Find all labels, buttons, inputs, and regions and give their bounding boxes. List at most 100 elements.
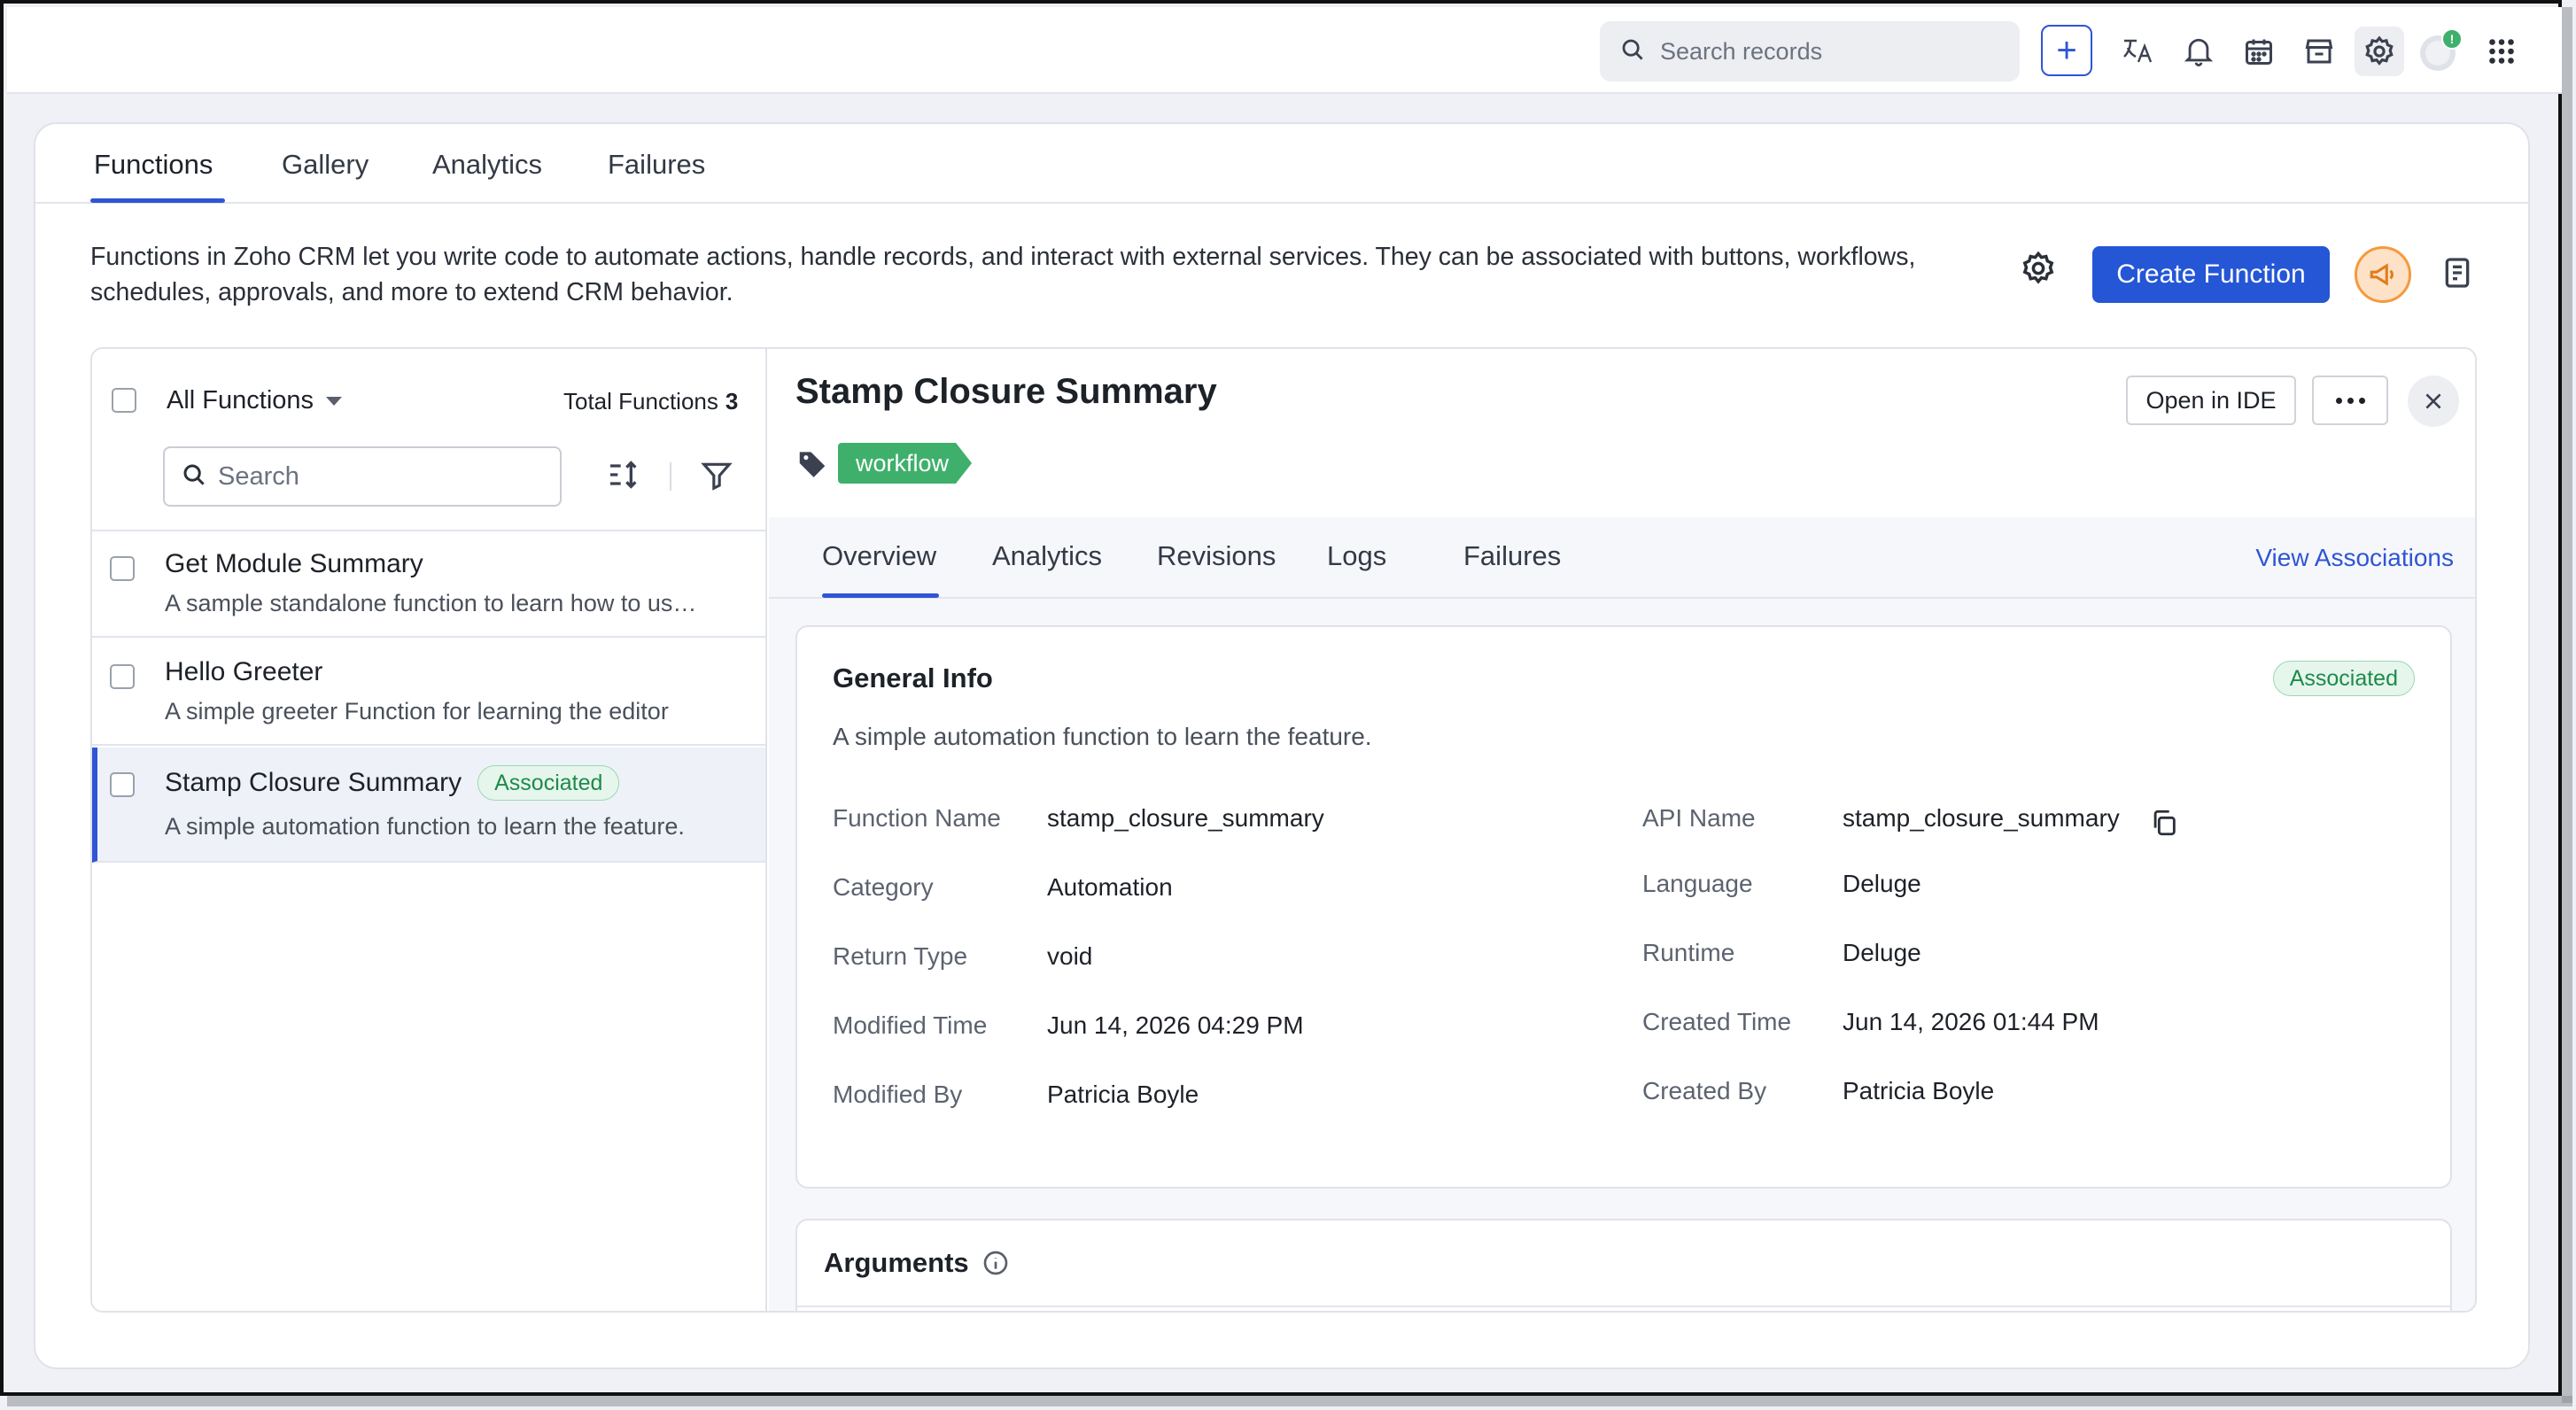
main-tabs: Functions Gallery Analytics Failures xyxy=(35,124,2528,204)
calendar-icon[interactable] xyxy=(2234,27,2284,76)
active-tab-indicator xyxy=(90,198,225,203)
list-item-title-text: Get Module Summary xyxy=(165,549,423,578)
functions-panel: All Functions Total Functions 3 Search G… xyxy=(90,347,2477,1313)
page-title: Stamp Closure Summary xyxy=(795,372,1217,411)
list-item-title-text: Hello Greeter xyxy=(165,657,323,686)
tab-logs[interactable]: Logs xyxy=(1327,540,1386,572)
global-search[interactable] xyxy=(1600,21,2020,81)
tab-analytics[interactable]: Analytics xyxy=(992,540,1102,572)
more-icon-dot xyxy=(2347,397,2354,404)
select-all-checkbox[interactable] xyxy=(112,388,136,413)
list-item[interactable]: Hello Greeter A simple greeter Function … xyxy=(92,639,765,746)
filter-icon[interactable] xyxy=(700,459,733,497)
field-value: Jun 14, 2026 01:44 PM xyxy=(1843,1008,2099,1035)
list-item[interactable]: Get Module Summary A sample standalone f… xyxy=(92,531,765,638)
arguments-heading-text: Arguments xyxy=(824,1247,969,1278)
create-function-button[interactable]: Create Function xyxy=(2092,246,2330,303)
close-button[interactable] xyxy=(2408,376,2459,427)
documentation-icon[interactable] xyxy=(2441,255,2473,295)
total-functions-count: 3 xyxy=(725,388,739,414)
field-value: Patricia Boyle xyxy=(1047,1081,1199,1108)
row-checkbox[interactable] xyxy=(110,556,135,581)
page-description: Functions in Zoho CRM let you write code… xyxy=(90,243,1916,306)
app-grid-icon[interactable] xyxy=(2477,27,2526,76)
active-tab-indicator xyxy=(822,593,939,598)
field-value: Automation xyxy=(1047,873,1173,901)
field-value: Patricia Boyle xyxy=(1843,1077,1995,1104)
row-checkbox[interactable] xyxy=(110,664,135,689)
list-item-title: Get Module Summary xyxy=(165,549,423,579)
field-value: Jun 14, 2026 04:29 PM xyxy=(1047,1011,1304,1039)
arguments-heading: Arguments xyxy=(824,1247,1010,1279)
avatar[interactable]: ! xyxy=(2415,27,2464,76)
arguments-card: Arguments xyxy=(795,1219,2452,1311)
function-description: A simple automation function to learn th… xyxy=(833,723,1372,750)
tab-gallery[interactable]: Gallery xyxy=(282,149,369,181)
announcement-megaphone-icon[interactable] xyxy=(2355,246,2411,303)
field-label: Modified By xyxy=(833,1081,963,1108)
total-functions-label: Total Functions xyxy=(563,388,718,414)
list-item-subtitle: A sample standalone function to learn ho… xyxy=(165,590,705,616)
tab-revisions[interactable]: Revisions xyxy=(1157,540,1276,572)
tab-overview[interactable]: Overview xyxy=(822,540,936,572)
field-value: Deluge xyxy=(1843,870,1921,897)
list-item-subtitle: A simple greeter Function for learning t… xyxy=(165,698,669,724)
notification-badge: ! xyxy=(2450,32,2455,46)
window-shadow xyxy=(7,1396,2572,1406)
list-search[interactable] xyxy=(163,446,562,507)
total-functions: Total Functions 3 xyxy=(563,388,738,415)
list-item-title: Hello Greeter xyxy=(165,657,322,687)
tab-failures[interactable]: Failures xyxy=(608,149,705,181)
more-icon xyxy=(2335,397,2342,404)
sort-icon[interactable] xyxy=(606,457,641,497)
more-options-button[interactable] xyxy=(2312,376,2388,425)
search-icon xyxy=(1619,36,1646,67)
field-label: Function Name xyxy=(833,804,1001,832)
function-list: All Functions Total Functions 3 Search G… xyxy=(92,349,767,1311)
functions-page: Functions Gallery Analytics Failures Fun… xyxy=(34,122,2530,1369)
list-item-title-text: Stamp Closure Summary xyxy=(165,768,462,797)
status-badge: Associated xyxy=(477,765,620,801)
global-search-input[interactable] xyxy=(1660,37,1997,66)
status-badge: Associated xyxy=(2272,661,2415,696)
function-detail: Stamp Closure Summary workflow Open in I… xyxy=(769,349,2475,1311)
tag-icon xyxy=(795,446,829,484)
detail-tabs: Overview Analytics Revisions Logs Failur… xyxy=(769,517,2475,599)
field-label: Return Type xyxy=(833,942,968,970)
settings-gear-icon[interactable] xyxy=(2355,27,2404,76)
workflow-tag: workflow xyxy=(838,443,972,484)
list-item-title: Stamp Closure Summary Associated xyxy=(165,765,620,801)
general-info-card: General Info Associated A simple automat… xyxy=(795,625,2452,1189)
top-bar: + ! xyxy=(7,7,2562,94)
list-item-selected[interactable]: Stamp Closure Summary Associated A simpl… xyxy=(92,748,765,863)
field-label: Modified Time xyxy=(833,1011,988,1039)
row-checkbox[interactable] xyxy=(110,772,135,797)
tab-analytics[interactable]: Analytics xyxy=(432,149,542,181)
tab-failures[interactable]: Failures xyxy=(1463,540,1561,572)
field-label: Category xyxy=(833,873,934,901)
list-item-subtitle: A simple automation function to learn th… xyxy=(165,813,685,840)
field-value: stamp_closure_summary xyxy=(1047,804,1324,832)
arguments-divider xyxy=(797,1305,2450,1307)
list-search-input[interactable] xyxy=(218,461,555,492)
copy-icon[interactable] xyxy=(2149,808,2179,842)
field-label: Created Time xyxy=(1642,1008,1792,1035)
info-icon[interactable] xyxy=(982,1249,1010,1277)
field-value: void xyxy=(1047,942,1093,970)
field-label: Runtime xyxy=(1642,939,1735,966)
view-associations-link[interactable]: View Associations xyxy=(2255,544,2454,572)
function-settings-icon[interactable] xyxy=(2020,250,2057,291)
open-in-ide-button[interactable]: Open in IDE xyxy=(2126,376,2296,425)
app-window: + ! Functions Gallery Analytics Failures xyxy=(0,0,2562,1396)
field-label: Language xyxy=(1642,870,1753,897)
function-filter-dropdown[interactable]: All Functions xyxy=(167,386,343,415)
window-shadow xyxy=(2562,7,2572,1403)
detail-header: Stamp Closure Summary workflow Open in I… xyxy=(769,349,2475,517)
translate-icon[interactable] xyxy=(2114,27,2163,76)
marketplace-icon[interactable] xyxy=(2294,27,2344,76)
quick-create-button[interactable]: + xyxy=(2041,25,2092,76)
general-info-heading: General Info xyxy=(833,662,993,693)
tab-functions[interactable]: Functions xyxy=(94,149,213,181)
bell-icon[interactable] xyxy=(2174,27,2223,76)
close-icon xyxy=(2425,393,2441,409)
